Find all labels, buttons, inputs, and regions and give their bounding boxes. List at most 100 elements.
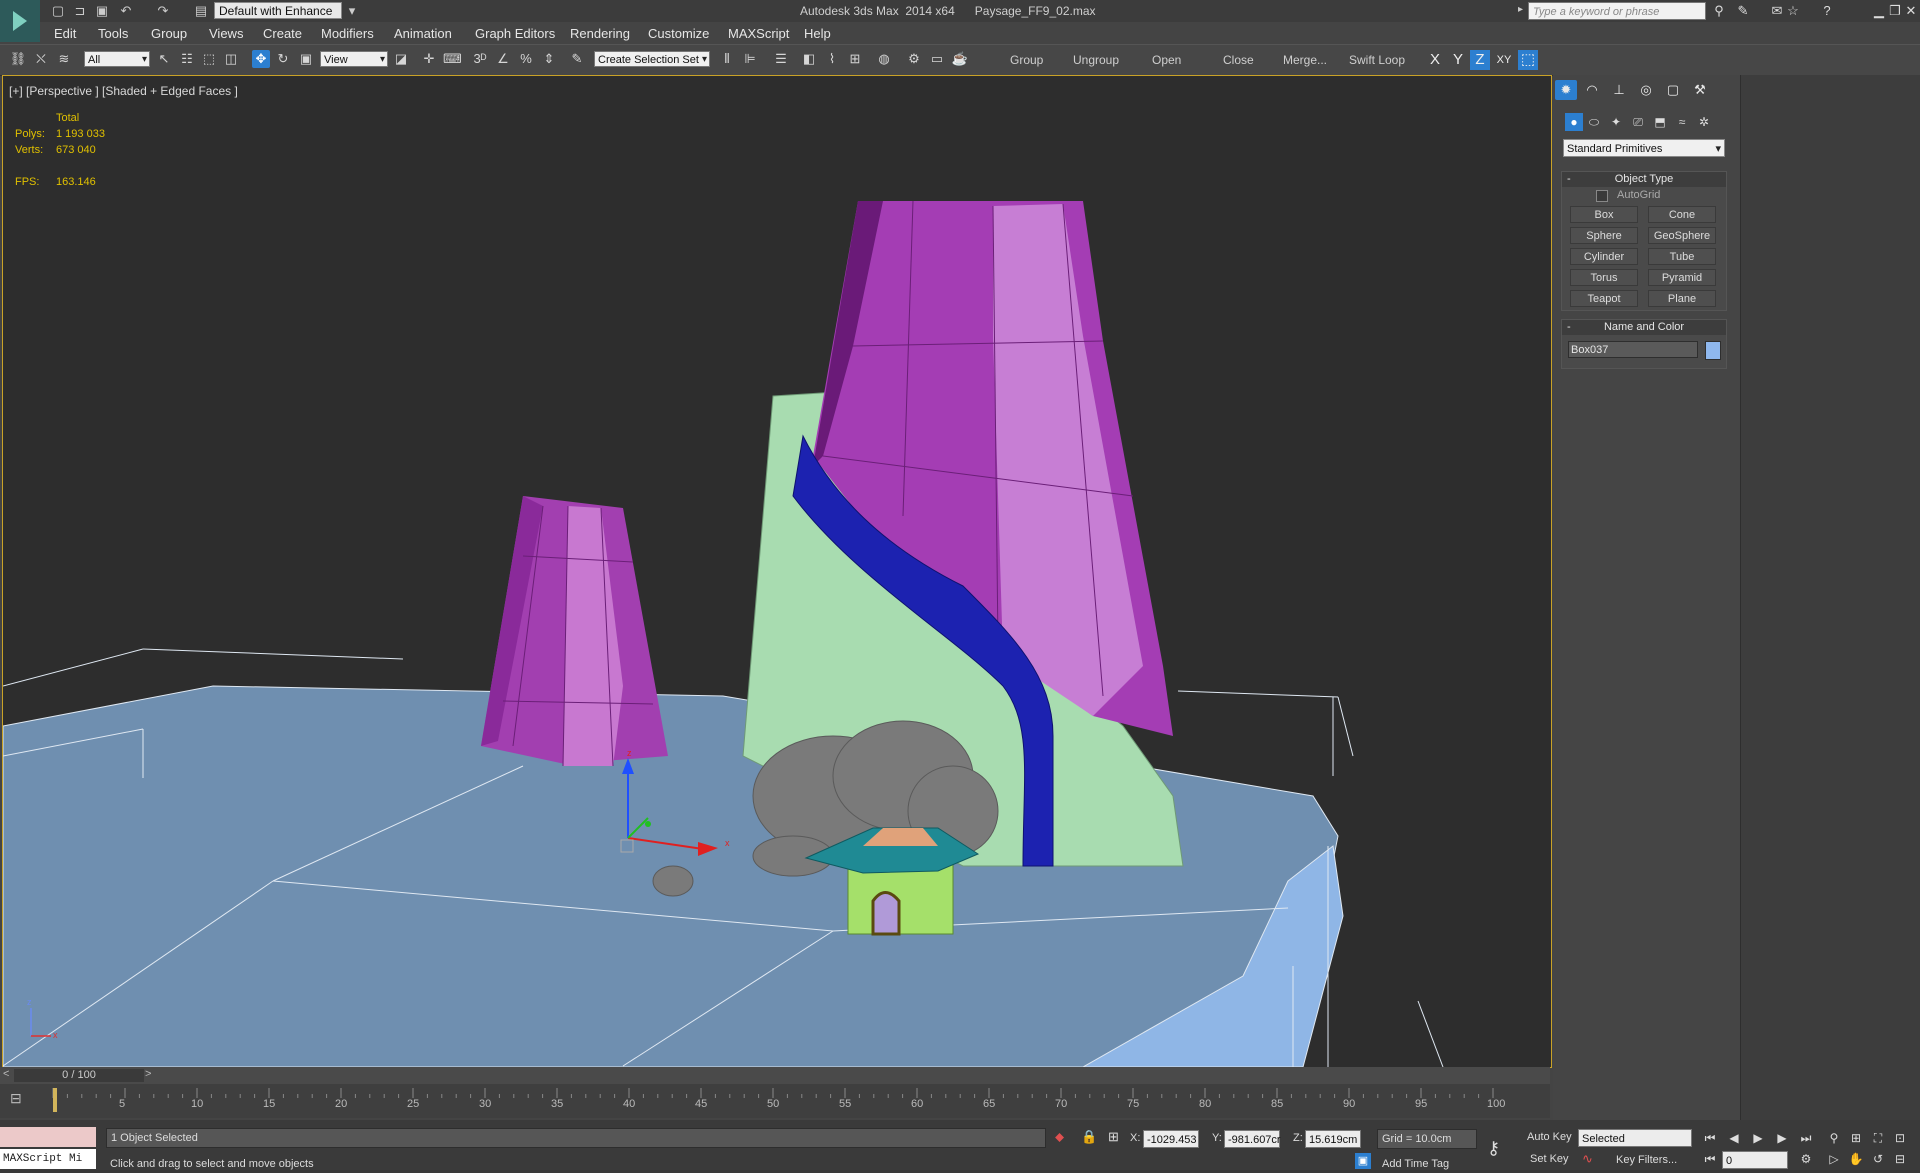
time-slider-track[interactable] [0,1067,1550,1084]
time-tag-icon[interactable]: ▣ [1355,1153,1371,1169]
open-file-icon[interactable]: ⊐ [72,3,88,19]
zoom-extents-all-icon[interactable]: ⊡ [1890,1129,1910,1147]
auto-key-button[interactable]: Auto Key [1527,1131,1572,1143]
default-in-out-tangent-icon[interactable]: ∿ [1582,1151,1593,1167]
time-config-icon[interactable]: ⚙ [1796,1150,1816,1168]
menu-customize[interactable]: Customize [648,26,709,41]
select-by-name-icon[interactable]: ☷ [178,50,196,68]
pivot-center-icon[interactable]: ◪ [392,50,410,68]
motion-tab-icon[interactable]: ◎ [1635,80,1657,100]
modify-tab-icon[interactable]: ◠ [1581,80,1603,100]
axis-y-button[interactable]: Y [1448,50,1468,70]
layer-manager-icon[interactable]: ☰ [772,50,790,68]
select-and-rotate-icon[interactable]: ↻ [274,50,292,68]
menu-animation[interactable]: Animation [394,26,452,41]
select-and-scale-icon[interactable]: ▣ [297,50,315,68]
rect-selection-icon[interactable]: ⬚ [200,50,218,68]
menu-group[interactable]: Group [151,26,187,41]
menu-create[interactable]: Create [263,26,302,41]
x-coord-field[interactable]: -1029.453 [1143,1130,1199,1148]
search-input[interactable]: Type a keyword or phrase [1528,2,1706,20]
save-file-icon[interactable]: ▣ [94,3,110,19]
menu-graph-editors[interactable]: Graph Editors [475,26,555,41]
workspace-dropdown[interactable]: Default with Enhance ▾ [214,2,342,35]
object-color-swatch[interactable] [1705,341,1721,360]
search-expand-icon[interactable]: ▸ [1518,4,1523,15]
box-button[interactable]: Box [1570,206,1638,223]
ref-coord-dropdown[interactable]: View [320,51,388,68]
cameras-icon[interactable]: ⎚ [1629,113,1647,131]
application-menu-button[interactable] [0,0,40,42]
menu-help[interactable]: Help [804,26,831,41]
redo-icon[interactable]: ↷ [155,3,171,19]
select-object-icon[interactable]: ↖ [155,50,173,68]
primitive-type-dropdown[interactable]: Standard Primitives [1563,139,1725,158]
named-selection-dropdown[interactable]: Create Selection Set [594,51,710,68]
prev-frame-icon[interactable]: ◀ [1724,1129,1744,1147]
zoom-extents-icon[interactable]: ⛶ [1868,1129,1888,1147]
viewport-label-menu[interactable]: [+] [Perspective ] [Shaded + Edged Faces… [9,84,238,98]
manipulate-icon[interactable]: ✛ [420,50,438,68]
axis-constraint-icon[interactable]: ⬚ [1518,50,1538,70]
curve-editor-icon[interactable]: ⌇ [823,50,841,68]
group-button[interactable]: Group [1010,53,1043,67]
subscription-icon[interactable]: ✎ [1734,3,1752,19]
shapes-icon[interactable]: ⬭ [1585,113,1603,131]
cylinder-button[interactable]: Cylinder [1570,248,1638,265]
time-slider-thumb[interactable]: 0 / 100 [14,1069,144,1082]
y-coord-field[interactable]: -981.607cr [1224,1130,1281,1148]
select-and-move-icon[interactable]: ✥ [252,50,270,68]
autogrid-checkbox[interactable] [1596,190,1608,202]
helpers-icon[interactable]: ⬒ [1651,113,1669,131]
zoom-icon[interactable]: ⚲ [1824,1129,1844,1147]
percent-snap-icon[interactable]: % [517,50,535,68]
field-of-view-icon[interactable]: ▷ [1824,1150,1844,1168]
systems-icon[interactable]: ✲ [1695,113,1713,131]
material-editor-icon[interactable]: ◍ [875,50,893,68]
customize-quick-access-icon[interactable]: ▾ [344,3,360,19]
menu-edit[interactable]: Edit [54,26,76,41]
axis-x-button[interactable]: X [1425,50,1445,70]
mirror-icon[interactable]: ⫴ [718,50,736,68]
go-to-start-icon[interactable]: ⏮ [1700,1129,1720,1147]
merge-button[interactable]: Merge... [1283,53,1327,67]
maxscript-mini-listener[interactable]: MAXScript Mi [0,1149,96,1169]
maxscript-listener-field[interactable] [0,1127,96,1147]
hierarchy-tab-icon[interactable]: ⊥ [1608,80,1630,100]
set-key-button[interactable]: Set Key [1530,1153,1569,1165]
sphere-button[interactable]: Sphere [1570,227,1638,244]
current-frame-field[interactable]: 0 [1722,1151,1788,1169]
snaps-toggle-icon[interactable]: 3ᴰ [471,50,489,68]
cone-button[interactable]: Cone [1648,206,1716,223]
object-name-field[interactable]: Box037 [1568,341,1698,358]
tube-button[interactable]: Tube [1648,248,1716,265]
menu-tools[interactable]: Tools [98,26,128,41]
perspective-viewport[interactable]: z x z x [+] [Perspective ] [Shaded + Edg… [2,75,1552,1068]
orbit-icon[interactable]: ↺ [1868,1150,1888,1168]
create-tab-icon[interactable]: ✹ [1555,80,1577,100]
key-filters-button[interactable]: Key Filters... [1616,1154,1677,1166]
align-icon[interactable]: ⊫ [741,50,759,68]
graphite-toggle-icon[interactable]: ◧ [800,50,818,68]
menu-views[interactable]: Views [209,26,243,41]
absolute-mode-icon[interactable]: ⊞ [1108,1129,1119,1145]
rendered-frame-icon[interactable]: ▭ [928,50,946,68]
teapot-button[interactable]: Teapot [1570,290,1638,307]
zoom-all-icon[interactable]: ⊞ [1846,1129,1866,1147]
axis-xy-button[interactable]: XY [1494,50,1514,70]
favorites-star-icon[interactable]: ☆ [1784,3,1802,19]
undo-icon[interactable]: ↶ [118,3,134,19]
window-crossing-icon[interactable]: ◫ [222,50,240,68]
selection-lock-icon[interactable]: 🔒 [1081,1129,1097,1145]
pyramid-button[interactable]: Pyramid [1648,269,1716,286]
torus-button[interactable]: Torus [1570,269,1638,286]
utilities-tab-icon[interactable]: ⚒ [1689,80,1711,100]
binoculars-icon[interactable]: ⚲ [1710,3,1728,19]
menu-maxscript[interactable]: MAXScript [728,26,789,41]
time-next-icon[interactable]: > [145,1068,151,1080]
geometry-icon[interactable]: ● [1565,113,1583,131]
lights-icon[interactable]: ✦ [1607,113,1625,131]
swift-loop-button[interactable]: Swift Loop [1349,53,1405,67]
name-color-header[interactable]: - Name and Color [1562,320,1726,335]
render-production-icon[interactable]: ☕ [951,50,969,68]
